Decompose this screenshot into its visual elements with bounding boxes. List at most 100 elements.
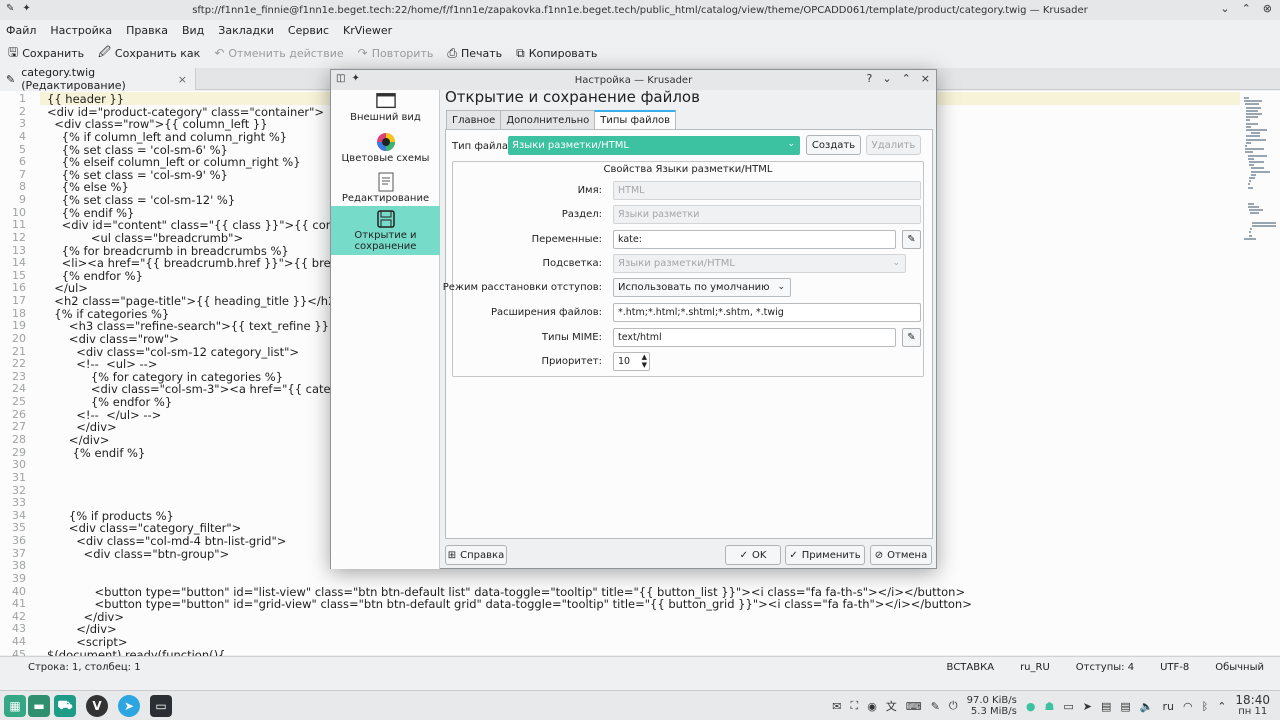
power-icon[interactable]: ⏻ [949, 699, 958, 713]
desktop-icon[interactable]: ▬ [28, 695, 50, 717]
battery-icon[interactable]: ▭ [1063, 700, 1073, 713]
name-label: Имя: [577, 185, 602, 196]
edit-variables-button[interactable]: ✎ [902, 230, 921, 249]
code-line[interactable]: <div class="btn-group"> [47, 547, 230, 561]
storage-icon[interactable]: ▤ [1120, 700, 1130, 713]
syntax-selector[interactable]: Обычный [1215, 662, 1264, 673]
line-number: 24 [12, 382, 26, 396]
minimap-line [1250, 228, 1253, 231]
dialog-pin-icon[interactable]: ✦ [351, 73, 359, 84]
sidebar-item-editing[interactable]: Редактирование [331, 172, 440, 209]
app-icon[interactable]: ✎ [6, 3, 14, 14]
volume-icon[interactable]: 🔈 [1140, 700, 1154, 713]
line-number: 16 [12, 281, 26, 295]
highlight-select[interactable]: Языки разметки/HTML ⌄ [613, 254, 906, 273]
mime-field[interactable]: text/html [613, 328, 896, 347]
wifi-icon[interactable]: ◠ [1183, 700, 1193, 713]
input-mode[interactable]: ВСТАВКА [946, 662, 994, 673]
app-menu-icon[interactable]: ▦ [4, 695, 26, 717]
cancel-button-label: Отмена [887, 549, 928, 561]
copy-button[interactable]: ⧉ Копировать [516, 46, 597, 61]
section-field[interactable]: Языки разметки [613, 205, 921, 224]
help-button[interactable]: ⊞ Справка [445, 545, 507, 565]
ghost-icon[interactable]: ☗ [1044, 700, 1054, 713]
cancel-button[interactable]: ⊘ Отмена [870, 545, 932, 565]
sidebar-item-open-save[interactable]: Открытие и сохранение [331, 206, 440, 255]
create-button[interactable]: Создать [806, 135, 861, 155]
line-number: 10 [12, 205, 26, 219]
minimap[interactable] [1244, 97, 1276, 337]
menu-bookmarks[interactable]: Закладки [218, 24, 274, 37]
language-indicator[interactable]: ru [1162, 700, 1174, 713]
tab-filetypes[interactable]: Типы файлов [594, 110, 677, 129]
bluetooth-icon[interactable]: ᛒ [1202, 700, 1209, 713]
undo-icon: ↶ [214, 46, 225, 60]
minimap-line [1248, 180, 1252, 183]
locale-selector[interactable]: ru_RU [1020, 662, 1050, 673]
pen-icon[interactable]: ✎ [931, 700, 940, 713]
minimize-icon[interactable]: ⌄ [882, 72, 891, 85]
undo-button[interactable]: ↶ Отменить действие [214, 46, 343, 60]
tray-expand-icon[interactable]: ⌃ [1217, 700, 1226, 713]
priority-spinbox[interactable]: 10 ▲ ▼ [613, 352, 650, 371]
dialog-app-icon[interactable]: ◫ [336, 73, 345, 84]
sidebar-item-color-schemes[interactable]: Цветовые схемы [331, 133, 440, 169]
save-button[interactable]: 🖫 Сохранить [8, 43, 84, 64]
maximize-icon[interactable]: ⌃ [902, 72, 911, 85]
keyboard-icon[interactable]: ⌨ [906, 700, 922, 713]
vivaldi-icon[interactable]: V [86, 695, 108, 717]
send-icon[interactable]: ➤ [1083, 700, 1092, 713]
menu-settings[interactable]: Настройка [50, 24, 112, 37]
indent-selector[interactable]: Отступы: 4 [1076, 662, 1134, 673]
save-as-button[interactable]: 🖉 Сохранить как [98, 43, 200, 64]
system-tray: ✉ ⛶ ◉ 文 ⌨ ✎ ⏻ 97.0 KiB/s 5.3 MiB/s ● ☗ ▭… [832, 694, 1270, 718]
code-line[interactable]: {% endif %} [47, 446, 146, 460]
print-button[interactable]: ⎙ Печать [447, 46, 502, 61]
close-tab-icon[interactable]: × [178, 73, 187, 86]
name-field[interactable]: HTML [613, 181, 921, 200]
help-icon[interactable]: ? [867, 72, 873, 85]
apply-button[interactable]: ✓ Применить [785, 545, 865, 565]
ok-button[interactable]: ✓ OK [725, 545, 781, 565]
minimize-icon[interactable]: ⌄ [1220, 2, 1229, 15]
filetype-select[interactable]: Языки разметки/HTML ⌄ [508, 136, 800, 155]
sync-icon[interactable]: ● [1026, 700, 1036, 713]
extensions-field[interactable]: *.htm;*.html;*.shtml;*.shtm, *.twig [613, 303, 921, 322]
sidebar-item-appearance[interactable]: Внешний вид [331, 92, 440, 128]
menu-edit[interactable]: Правка [126, 24, 168, 37]
translate-icon[interactable]: 文 [886, 698, 897, 714]
indent-mode-select[interactable]: Использовать по умолчанию ⌄ [613, 278, 791, 297]
sidebar-item-label: Цветовые схемы [341, 153, 430, 164]
mail-icon[interactable]: ✉ [832, 700, 841, 713]
minimap-line [1251, 173, 1256, 176]
terminal-icon[interactable]: ▭ [150, 695, 172, 717]
line-number: 26 [12, 407, 26, 421]
save-icon: 🖫 [8, 44, 19, 59]
kdeconnect-icon[interactable]: ⛶ [850, 699, 858, 713]
edit-mime-button[interactable]: ✎ [902, 328, 921, 347]
menu-krviewer[interactable]: KrViewer [343, 24, 392, 37]
code-line[interactable]: <button type="button" id="grid-view" cla… [47, 597, 972, 611]
close-icon[interactable]: × [921, 72, 930, 85]
tab-general[interactable]: Главное [446, 110, 502, 129]
git-icon[interactable]: ◉ [867, 700, 877, 713]
encoding-selector[interactable]: UTF-8 [1160, 662, 1189, 673]
spin-arrows-icon[interactable]: ▲ ▼ [642, 353, 647, 369]
delete-button[interactable]: Удалить [866, 135, 921, 155]
copy-icon: ⧉ [516, 45, 525, 60]
telegram-icon[interactable]: ➤ [118, 695, 140, 717]
close-icon[interactable]: ⊗ [1263, 2, 1272, 15]
redo-button[interactable]: ↷ Повторить [358, 46, 434, 60]
clipboard-icon[interactable]: ▤ [1101, 700, 1111, 713]
clock[interactable]: 18:40 пн 11 [1235, 694, 1270, 718]
pin-icon[interactable]: ✦ [22, 3, 30, 14]
maximize-icon[interactable]: ⌃ [1242, 2, 1251, 15]
tab-advanced[interactable]: Дополнительно [500, 110, 596, 129]
document-tab[interactable]: ✎ category.twig (Редактирование) × [0, 66, 196, 92]
menu-view[interactable]: Вид [182, 24, 204, 37]
menu-file[interactable]: Файл [6, 24, 36, 37]
krusader-task-icon[interactable]: ⛟ [54, 695, 76, 717]
chevron-down-icon: ⌄ [892, 258, 900, 268]
variables-field[interactable]: kate: [613, 230, 896, 249]
menu-tools[interactable]: Сервис [288, 24, 329, 37]
